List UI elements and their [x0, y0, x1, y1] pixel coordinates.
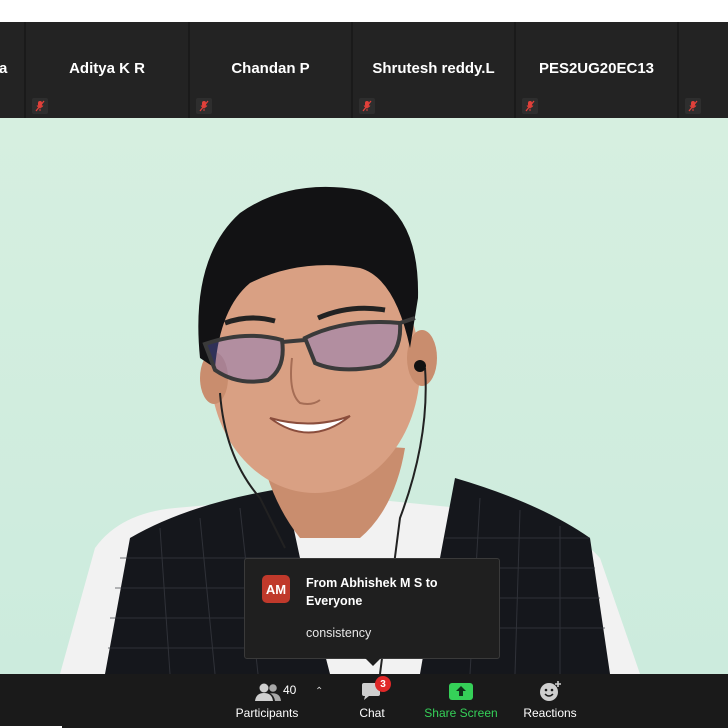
mic-muted-icon: [32, 98, 48, 114]
participant-tile[interactable]: Aditya K R: [26, 22, 188, 118]
participant-tile[interactable]: Shrutesh reddy.L: [353, 22, 514, 118]
participants-count: 40: [283, 683, 297, 697]
mic-muted-icon: [196, 98, 212, 114]
participant-tile[interactable]: [679, 22, 728, 118]
mic-muted-icon: [685, 98, 701, 114]
participant-tile[interactable]: Chandan P: [190, 22, 351, 118]
top-bar: [0, 0, 728, 22]
smiley-plus-icon: [539, 680, 563, 707]
chevron-up-icon[interactable]: ⌃: [315, 686, 323, 697]
share-screen-label: Share Screen: [424, 706, 498, 720]
participant-name: Aditya K R: [69, 60, 145, 77]
meeting-toolbar: 40 Participants ⌃ 3 Chat Share Screen Re…: [0, 674, 728, 728]
participant-tile[interactable]: PES2UG20EC13: [516, 22, 677, 118]
active-speaker-video: AM From Abhishek M S to Everyone consist…: [0, 118, 728, 674]
participant-name: a: [0, 60, 8, 77]
mic-muted-icon: [522, 98, 538, 114]
chat-sender-line: From Abhishek M S to Everyone: [306, 576, 438, 608]
participant-name: PES2UG20EC13: [538, 60, 655, 77]
chat-button[interactable]: 3 Chat: [348, 674, 396, 728]
chat-unread-badge: 3: [375, 676, 391, 692]
chat-label: Chat: [359, 706, 385, 720]
gallery-strip: a Aditya K R Chandan P Shrutesh reddy.L …: [0, 22, 728, 118]
participants-icon: [254, 682, 282, 707]
participants-button[interactable]: 40 Participants: [230, 674, 304, 728]
chat-message-text: consistency: [306, 626, 372, 640]
participant-tile[interactable]: a: [0, 22, 24, 118]
reactions-label: Reactions: [523, 706, 577, 720]
participant-name: Chandan P: [231, 60, 310, 77]
mic-muted-icon: [359, 98, 375, 114]
chat-notification-popup[interactable]: AM From Abhishek M S to Everyone consist…: [244, 558, 500, 666]
participants-label: Participants: [235, 706, 299, 720]
sender-avatar: AM: [262, 575, 290, 603]
share-screen-button[interactable]: Share Screen: [420, 674, 502, 728]
participant-name: Shrutesh reddy.L: [372, 60, 495, 77]
reactions-button[interactable]: Reactions: [516, 674, 584, 728]
share-screen-icon: [449, 683, 473, 705]
